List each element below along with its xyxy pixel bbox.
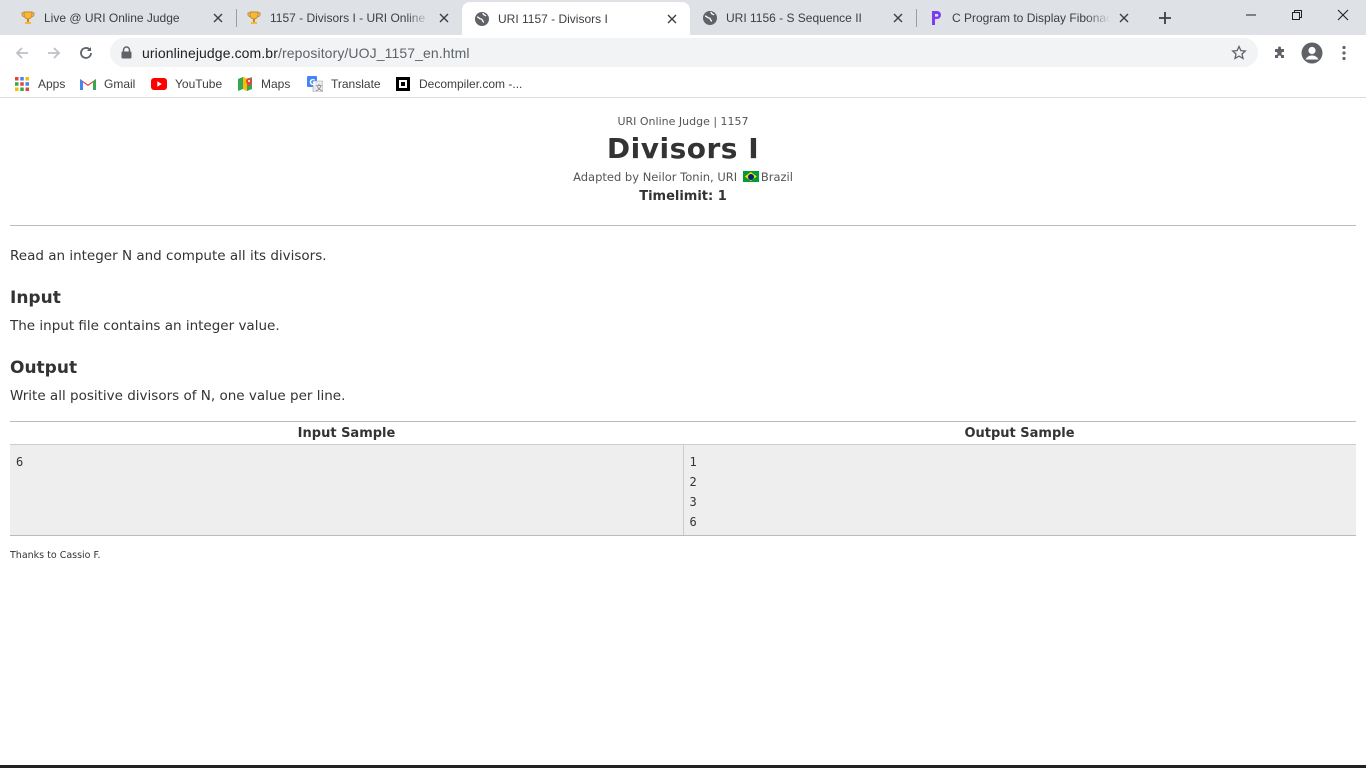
decompiler-icon: [395, 76, 411, 92]
url-path: /repository/UOJ_1157_en.html: [277, 45, 470, 61]
page-content: URI Online Judge | 1157 Divisors I Adapt…: [0, 103, 1366, 768]
bookmark-apps[interactable]: Apps: [14, 76, 65, 92]
trophy-icon: [246, 10, 262, 26]
translate-icon: G文: [307, 76, 323, 92]
lock-icon[interactable]: [119, 45, 133, 60]
tab-title: 1157 - Divisors I - URI Online Judge: [270, 10, 430, 25]
bookmark-decompiler[interactable]: Decompiler.com -...: [395, 76, 522, 92]
timelimit: Timelimit: 1: [639, 189, 727, 204]
close-icon[interactable]: [210, 10, 226, 26]
tab-uri-1156[interactable]: URI 1156 - S Sequence II: [690, 0, 916, 35]
input-sample-cell[interactable]: 6: [10, 445, 684, 535]
gmail-icon: [80, 76, 96, 92]
reload-icon: [80, 47, 92, 59]
bookmark-label: Apps: [38, 77, 66, 91]
reload-button[interactable]: [72, 39, 100, 67]
bookmark-label: Translate: [331, 77, 381, 91]
bookmark-translate[interactable]: G文 Translate: [307, 76, 381, 92]
close-icon[interactable]: [890, 10, 906, 26]
bookmark-youtube[interactable]: YouTube: [151, 76, 222, 92]
tab-title: Live @ URI Online Judge: [44, 10, 180, 25]
tab-live-uri[interactable]: Live @ URI Online Judge: [0, 0, 236, 35]
globe-icon: [474, 11, 490, 27]
author-country: Brazil: [760, 170, 793, 184]
close-icon[interactable]: [436, 10, 452, 26]
bookmark-star-icon[interactable]: [1230, 44, 1248, 62]
problem-author: Adapted by Neilor Tonin, URI Brazil: [0, 170, 1366, 184]
output-sample-line: 3: [689, 495, 697, 509]
bookmark-label: Decompiler.com -...: [419, 77, 523, 91]
input-sample-header: Input Sample: [297, 426, 396, 441]
output-sample-line: 1: [689, 455, 697, 469]
url-text[interactable]: urionlinejudge.com.br/repository/UOJ_115…: [142, 45, 470, 61]
input-description: The input file contains an integer value…: [10, 318, 280, 334]
output-sample-cell[interactable]: 1 2 3 6: [684, 445, 1357, 535]
arrow-left-icon: [15, 47, 28, 59]
tab-uri-1157[interactable]: URI 1157 - Divisors I: [462, 2, 690, 35]
p-logo-icon: [928, 10, 944, 26]
browser-toolbar: urionlinejudge.com.br/repository/UOJ_115…: [0, 35, 1366, 70]
sample-table: Input Sample Output Sample 6 1 2 3 6: [10, 421, 1356, 536]
tab-strip: Live @ URI Online Judge 1157 - Divisors …: [0, 0, 1366, 35]
address-bar[interactable]: urionlinejudge.com.br/repository/UOJ_115…: [110, 38, 1258, 67]
tab-title: URI 1156 - S Sequence II: [726, 10, 862, 25]
back-button[interactable]: [8, 39, 36, 67]
bookmarks-bar: Apps Gmail YouTube Maps G文 Translate Dec…: [0, 70, 1366, 98]
profile-avatar-icon[interactable]: [1300, 41, 1324, 65]
restore-button[interactable]: [1274, 0, 1320, 30]
apps-grid-icon: [14, 76, 30, 92]
brazil-flag-icon: [742, 171, 759, 182]
tab-c-program-fibonacci[interactable]: C Program to Display Fibonacci: [916, 0, 1142, 35]
url-host: urionlinejudge.com.br: [142, 45, 278, 61]
maps-icon: [237, 76, 253, 92]
output-sample-line: 2: [689, 475, 697, 489]
output-sample-line: 6: [689, 515, 697, 529]
tab-1157-divisors[interactable]: 1157 - Divisors I - URI Online Judge: [236, 0, 462, 35]
plus-icon: [1159, 12, 1171, 24]
youtube-icon: [151, 76, 167, 92]
bookmark-label: YouTube: [175, 77, 223, 91]
author-text: Adapted by Neilor Tonin, URI: [573, 170, 738, 184]
menu-kebab-icon[interactable]: [1332, 41, 1356, 65]
extensions-puzzle-icon[interactable]: [1268, 41, 1292, 65]
new-tab-button[interactable]: [1154, 7, 1176, 29]
problem-description: Read an integer N and compute all its di…: [10, 248, 327, 264]
globe-icon: [702, 10, 718, 26]
page-title: Divisors I: [606, 132, 760, 165]
input-heading: Input: [10, 288, 61, 308]
minimize-button[interactable]: [1228, 0, 1274, 30]
close-icon[interactable]: [1116, 10, 1132, 26]
svg-text:文: 文: [316, 83, 323, 92]
trophy-icon: [20, 10, 36, 26]
sample-table-body: 6 1 2 3 6: [10, 445, 1356, 535]
close-icon[interactable]: [664, 11, 680, 27]
close-window-button[interactable]: [1320, 0, 1366, 30]
minimize-icon: [1246, 14, 1256, 16]
problem-source: URI Online Judge | 1157: [617, 115, 749, 128]
tab-title: C Program to Display Fibonacci: [952, 10, 1110, 25]
output-sample-header: Output Sample: [964, 426, 1075, 441]
tab-title: URI 1157 - Divisors I: [498, 11, 608, 26]
forward-button[interactable]: [40, 39, 68, 67]
close-icon: [1337, 9, 1349, 21]
bookmark-label: Gmail: [104, 77, 136, 91]
bookmark-gmail[interactable]: Gmail: [80, 76, 135, 92]
input-sample-line: 6: [16, 455, 24, 469]
restore-icon: [1292, 10, 1302, 20]
bookmark-label: Maps: [261, 77, 291, 91]
bookmark-maps[interactable]: Maps: [237, 76, 290, 92]
thanks-note: Thanks to Cassio F.: [10, 550, 101, 561]
output-heading: Output: [10, 358, 78, 378]
output-description: Write all positive divisors of N, one va…: [10, 388, 346, 404]
sample-table-header: Input Sample Output Sample: [10, 422, 1356, 445]
arrow-right-icon: [48, 47, 61, 59]
divider: [10, 225, 1356, 226]
